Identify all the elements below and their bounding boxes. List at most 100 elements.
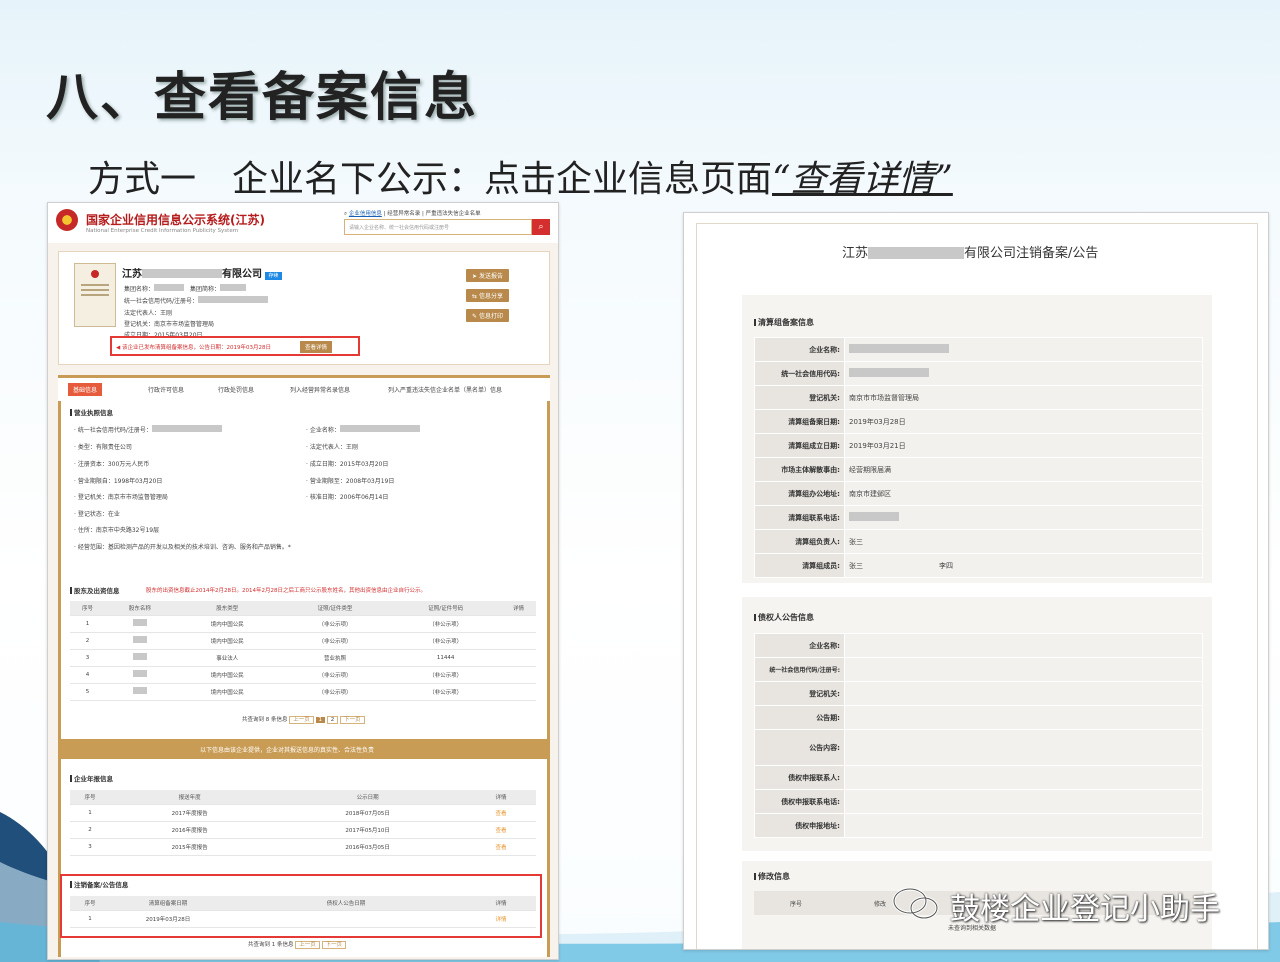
business-license-thumbnail[interactable] [74,263,116,327]
table-row: 1 2019年03月28日 详情 [70,910,536,928]
view-details-button[interactable]: 查看详情 [300,341,333,353]
table-row: 登记机关: 南京市市场监督管理局 [754,385,1203,410]
disclaimer-bar: 以下信息由该企业提供，企业对其报送信息的真实性、合法性负责 [58,739,550,759]
field-reg-org: · 登记机关：南京市市场监督管理局 [74,494,168,501]
send-report-button[interactable]: ➤ 发送报告 [466,269,509,282]
watermark-text: 鼓楼企业登记小助手 [950,892,1220,927]
redacted-block [132,653,147,660]
table-row: 统一社会信用代码: [754,361,1203,386]
table-row: 清算组成立日期: 2019年03月21日 [754,433,1203,458]
field-scope: · 经营范围：基因检测产品的开发以及相关的技术培训、咨询、服务和产品销售。* [74,544,291,551]
modification-section-title: 修改信息 [754,871,790,882]
table-row: 登记机关: [754,681,1203,706]
table-row: 1 2017年度报告 2018年07月05日 查看 [70,804,536,822]
creditor-section-title: 债权人公告信息 [754,612,814,623]
table-row: 清算组成员: 张三 李四 [754,553,1203,578]
subtitle-highlight: “查看详情” [772,159,953,200]
table-row: 市场主体解散事由: 经营期限届满 [754,457,1203,482]
field-address: · 住所：南京市中央路32号19层 [74,527,160,534]
cancellation-pager: 共查询到 1 条信息 上一页 下一页 [248,940,347,949]
tab-blacklist[interactable]: 列入严重违法失信企业名单（黑名单）信息 [388,385,502,394]
redacted-block [142,269,222,278]
slide-title: 八、查看备案信息 [46,68,479,128]
company-info-page-screenshot: 国家企业信用信息公示系统(江苏) National Enterprise Cre… [47,202,559,960]
table-row: 清算组备案日期: 2019年03月28日 [754,409,1203,434]
cancellation-table: 序号 清算组备案日期 债权人公告日期 详情 1 2019年03月28日 详情 [70,896,536,928]
redacted-block [132,670,147,677]
cancellation-details-link[interactable]: 详情 [466,910,536,928]
shareholder-table: 序号 股东名称 股东类型 证照/证件类型 证照/证件号码 详情 1 境内中国公民 （非公示项）… [70,601,536,701]
info-tabs: 基础信息 行政许可信息 行政处罚信息 列入经营异常名录信息 列入严重违法失信企业… [58,375,550,401]
next-page-button[interactable]: 下一页 [340,716,365,724]
field-term-from: · 营业期限自：1998年03月20日 [74,478,163,485]
view-link[interactable]: 查看 [466,804,536,822]
redacted-block [151,425,222,432]
table-row: 企业名称: [754,337,1203,362]
prev-page-button[interactable]: 上一页 [295,941,320,949]
field-status: · 登记状态：在业 [74,511,120,518]
page-1-button[interactable]: 1 [315,717,326,723]
table-row: 清算组办公地址: 南京市建邺区 [754,481,1203,506]
search-button[interactable]: ⌕ [532,219,550,235]
field-est-date: · 成立日期：2015年03月20日 [306,461,389,468]
national-emblem-logo [56,209,78,231]
slide-subtitle: 方式一 企业名下公示：点击企业信息页面“查看详情” [88,159,953,200]
redacted-block [198,296,269,303]
creditor-info-table: 企业名称: 统一社会信用代码/注册号: 登记机关: 公告期: 公告内容: 债权申… [754,633,1203,838]
liquidation-info-table: 企业名称: 统一社会信用代码: 登记机关: 南京市市场监督管理局 清算组备案日期:… [754,337,1203,578]
redacted-block [132,636,147,643]
table-row: 2 2016年度报告 2017年05月10日 查看 [70,821,536,839]
top-link-credit[interactable]: 企业信用信息 [349,211,382,217]
tab-penalty[interactable]: 行政处罚信息 [218,385,254,394]
redacted-block [220,284,247,291]
share-button[interactable]: ⇆ 信息分享 [466,289,509,302]
table-header-row: 序号 股东名称 股东类型 证照/证件类型 证照/证件号码 详情 [70,601,536,616]
redacted-block [849,512,899,521]
field-company-name: · 企业名称： [306,425,420,434]
table-row: 统一社会信用代码/注册号: [754,657,1203,682]
view-link[interactable]: 查看 [466,821,536,839]
redacted-block [849,344,949,353]
filing-notice-box: ◀ 该企业已发布清算组备案信息，公告日期：2019年03月28日 查看详情 [110,336,360,356]
table-header-row: 序号 报送年度 公示日期 详情 [70,790,536,805]
wechat-icon [892,886,942,922]
shareholder-pager: 共查询到 8 条信息 上一页 1 2 下一页 [242,715,365,724]
annual-section-title: 企业年报信息 [70,773,113,783]
search-input[interactable]: 请输入企业名称、统一社会信用代码或注册号 [344,219,532,235]
top-links: ⌕ 企业信用信息 | 经营异常名录 | 严重违法失信企业名单 [344,211,481,217]
redacted-block [132,687,147,694]
redacted-block [339,425,420,432]
speaker-icon: ◀ [116,345,121,351]
liquidation-section-title: 清算组备案信息 [754,317,814,328]
table-row: 债权申报地址: [754,813,1203,838]
table-row: 清算组联系电话: [754,505,1203,530]
reg-org-line: 登记机关：南京市市场监督管理局 [124,321,215,328]
print-button[interactable]: ✎ 信息打印 [466,309,509,322]
company-name: 江苏 有限公司 存续 [122,265,282,280]
filing-page-title: 江苏 有限公司注销备案/公告 [842,246,1099,261]
top-link-blacklist[interactable]: 严重违法失信企业名单 [426,211,481,217]
shareholder-notice: 股东的出资信息截止2014年2月28日。2014年2月28日之后工商只公示股东姓… [146,588,426,594]
top-link-abnormal[interactable]: 经营异常名录 [387,211,420,217]
cancellation-section-title: 注销备案/公告信息 [70,879,128,889]
redacted-block [132,619,147,626]
group-name-line: 集团名称： 集团简称： [124,284,247,293]
field-approve-date: · 核准日期：2006年06月14日 [306,494,389,501]
filing-notice: ◀ 该企业已发布清算组备案信息，公告日期：2019年03月28日 [116,345,271,351]
redacted-block [868,247,965,259]
tab-license[interactable]: 行政许可信息 [148,385,184,394]
field-credit-code: · 统一社会信用代码/注册号： [74,425,222,434]
tab-abnormal[interactable]: 列入经营异常名录信息 [290,385,350,394]
tab-basic[interactable]: 基础信息 [68,383,103,396]
redacted-block [849,368,929,377]
table-row: 4 境内中国公民 （非公示项） （非公示项） [70,666,536,684]
annual-report-table: 序号 报送年度 公示日期 详情 1 2017年度报告 2018年07月05日 查看 2 201… [70,790,536,856]
next-page-button[interactable]: 下一页 [321,941,347,949]
site-title-en: National Enterprise Credit Information P… [86,228,239,234]
table-row: 5 境内中国公民 （非公示项） （非公示项） [70,683,536,701]
redacted-block [154,284,185,291]
table-row: 债权申报联系电话: [754,789,1203,814]
page-2-button[interactable]: 2 [326,716,339,724]
prev-page-button[interactable]: 上一页 [289,716,314,724]
view-link[interactable]: 查看 [466,838,536,856]
